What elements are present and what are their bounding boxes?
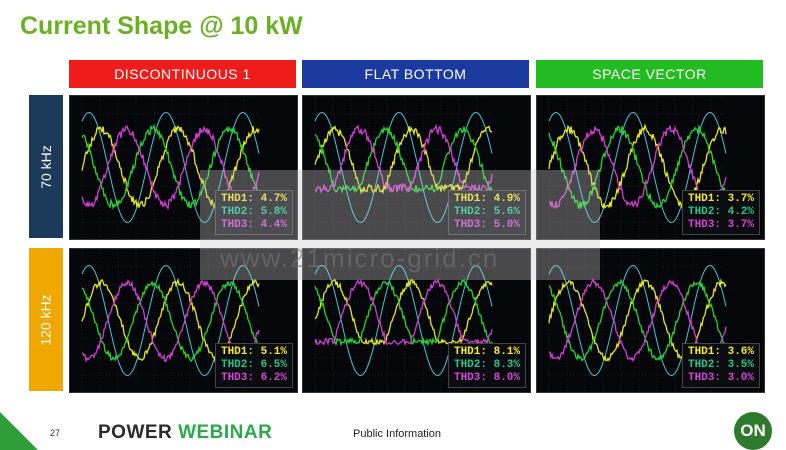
thd-readout: THD1: 8.1% THD2: 8.3% THD3: 8.0% (448, 343, 526, 388)
page-number: 27 (50, 428, 60, 438)
scope-flat-bottom-70khz: THD1: 4.9% THD2: 5.6% THD3: 5.0% (302, 95, 531, 240)
thd-readout: THD1: 4.9% THD2: 5.6% THD3: 5.0% (448, 190, 526, 235)
thd1-value: THD1: 4.9% (454, 193, 520, 206)
thd2-value: THD2: 3.5% (688, 359, 754, 372)
thd2-value: THD2: 4.2% (688, 206, 754, 219)
column-header-discontinuous: DISCONTINUOUS 1 (69, 60, 296, 88)
thd3-value: THD3: 6.2% (221, 372, 287, 385)
phase-1-trace (315, 280, 492, 345)
power-webinar-logo: POWER WEBINAR (98, 422, 272, 444)
scope-space-vector-70khz: THD1: 3.7% THD2: 4.2% THD3: 3.7% (536, 95, 765, 240)
thd1-value: THD1: 5.1% (221, 346, 287, 359)
thd3-value: THD3: 3.7% (688, 219, 754, 232)
scope-space-vector-120khz: THD1: 3.6% THD2: 3.5% THD3: 3.0% (536, 248, 765, 393)
thd-readout: THD1: 3.6% THD2: 3.5% THD3: 3.0% (682, 343, 760, 388)
thd1-value: THD1: 4.7% (221, 193, 287, 206)
thd3-value: THD3: 5.0% (454, 219, 520, 232)
thd1-value: THD1: 8.1% (454, 346, 520, 359)
thd2-value: THD2: 8.3% (454, 359, 520, 372)
scope-discontinuous-120khz: THD1: 5.1% THD2: 6.5% THD3: 6.2% (69, 248, 298, 393)
thd3-value: THD3: 3.0% (688, 372, 754, 385)
thd-readout: THD1: 4.7% THD2: 5.8% THD3: 4.4% (215, 190, 293, 235)
phase-1-trace (315, 126, 492, 192)
thd2-value: THD2: 6.5% (221, 359, 287, 372)
thd-readout: THD1: 5.1% THD2: 6.5% THD3: 6.2% (215, 343, 293, 388)
slide-title: Current Shape @ 10 kW (20, 12, 303, 41)
column-header-flat-bottom: FLAT BOTTOM (302, 60, 529, 88)
thd2-value: THD2: 5.6% (454, 206, 520, 219)
row-label-70khz: 70 kHz (29, 95, 63, 238)
thd2-value: THD2: 5.8% (221, 206, 287, 219)
thd3-value: THD3: 8.0% (454, 372, 520, 385)
scope-flat-bottom-120khz: THD1: 8.1% THD2: 8.3% THD3: 8.0% (302, 248, 531, 393)
on-semi-logo: ON (734, 412, 772, 450)
thd1-value: THD1: 3.7% (688, 193, 754, 206)
thd-readout: THD1: 3.7% THD2: 4.2% THD3: 3.7% (682, 190, 760, 235)
row-label-120khz: 120 kHz (29, 248, 63, 391)
thd3-value: THD3: 4.4% (221, 219, 287, 232)
footer-info: Public Information (353, 428, 441, 440)
scope-discontinuous-70khz: THD1: 4.7% THD2: 5.8% THD3: 4.4% (69, 95, 298, 240)
corner-decoration (0, 412, 38, 450)
column-header-space-vector: SPACE VECTOR (536, 60, 763, 88)
thd1-value: THD1: 3.6% (688, 346, 754, 359)
